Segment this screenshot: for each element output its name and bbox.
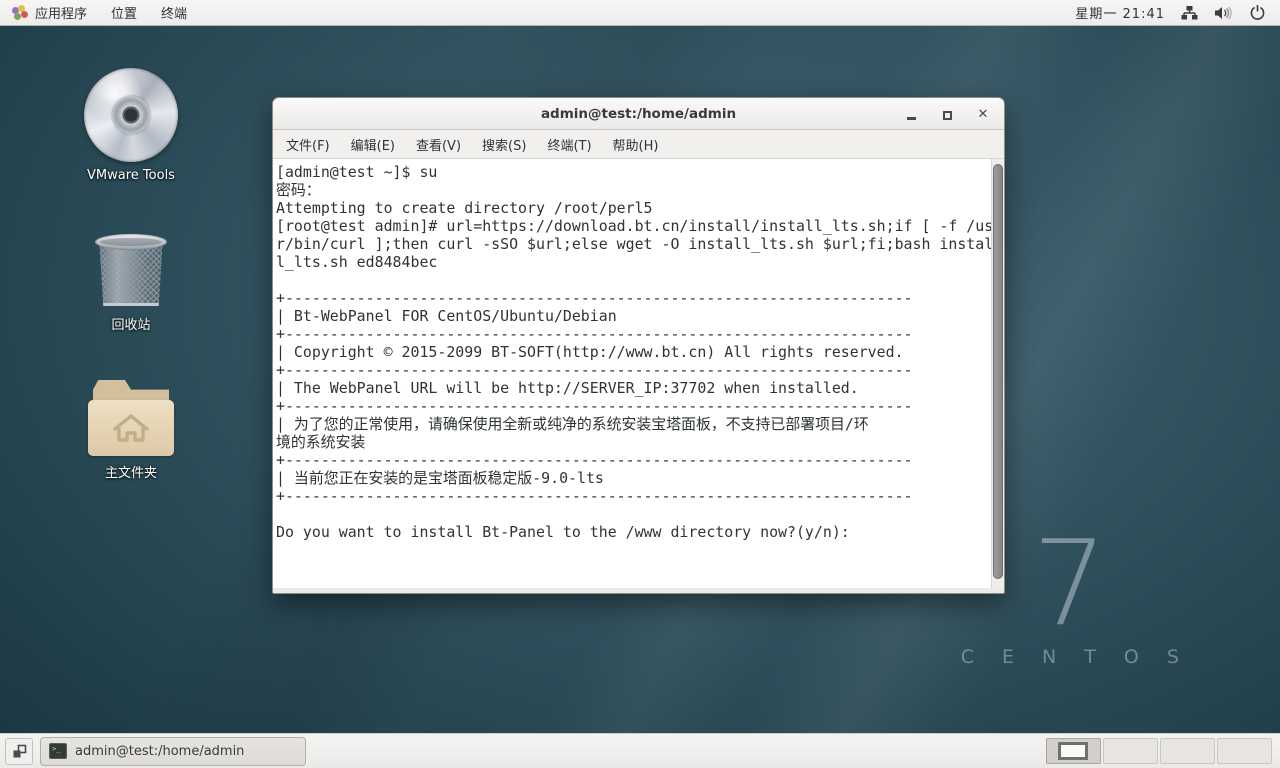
workspace-3[interactable]	[1160, 738, 1215, 764]
scrollbar-thumb[interactable]	[993, 164, 1003, 579]
terminal-line: +---------------------------------------…	[276, 361, 990, 379]
house-glyph	[107, 411, 155, 445]
workspace-4[interactable]	[1217, 738, 1272, 764]
applications-menu[interactable]: 应用程序	[12, 3, 87, 22]
terminal-menu-item[interactable]: 文件(F)	[286, 135, 330, 154]
minimize-button[interactable]	[904, 107, 918, 121]
terminal-line: | Bt-WebPanel FOR CentOS/Ubuntu/Debian	[276, 307, 990, 325]
trash-icon	[95, 234, 167, 308]
network-icon[interactable]	[1181, 5, 1198, 21]
terminal-app-icon: >_	[49, 743, 67, 759]
close-icon: ✕	[978, 108, 989, 121]
desktop-icon-home[interactable]: 主文件夹	[69, 380, 193, 481]
terminal-line: +---------------------------------------…	[276, 487, 990, 505]
terminal-line: | 当前您正在安装的是宝塔面板稳定版-9.0-lts	[276, 469, 990, 487]
cd-disc-icon	[84, 68, 178, 162]
terminal-text: [admin@test ~]$ su密码：Attempting to creat…	[273, 159, 1004, 541]
close-button[interactable]: ✕	[976, 107, 990, 121]
system-tray: 星期一 21:41	[1075, 3, 1280, 22]
terminal-titlebar[interactable]: admin@test:/home/admin ✕	[273, 98, 1004, 130]
window-controls: ✕	[904, 107, 1004, 121]
applications-icon	[12, 5, 28, 21]
terminal-menu-item[interactable]: 帮助(H)	[613, 135, 659, 154]
terminal-line	[276, 505, 990, 523]
terminal-menu-item[interactable]: 查看(V)	[416, 135, 461, 154]
terminal-line: Do you want to install Bt-Panel to the /…	[276, 523, 990, 541]
terminal-line: +---------------------------------------…	[276, 397, 990, 415]
terminal-line: | The WebPanel URL will be http://SERVER…	[276, 379, 990, 397]
desktop-icon-vmware-tools[interactable]: VMware Tools	[69, 68, 193, 183]
terminal-window: admin@test:/home/admin ✕ 文件(F) 编辑(E) 查看(V)…	[272, 97, 1005, 594]
taskbar: >_ admin@test:/home/admin	[0, 733, 1280, 768]
terminal-menu-item[interactable]: 搜索(S)	[482, 135, 526, 154]
maximize-icon	[943, 111, 952, 120]
home-folder-icon	[86, 380, 176, 456]
terminal-scrollbar[interactable]	[991, 159, 1004, 588]
show-desktop-button[interactable]	[5, 738, 33, 765]
terminal-line: 境的系统安装	[276, 433, 990, 451]
top-menu-bar: 应用程序 位置 终端	[0, 3, 187, 22]
places-menu[interactable]: 位置	[111, 3, 137, 22]
minimize-icon	[907, 117, 916, 120]
terminal-line: l_lts.sh ed8484bec	[276, 253, 990, 271]
terminal-line: [root@test admin]# url=https://download.…	[276, 217, 990, 235]
desktop-icon-label: 主文件夹	[105, 462, 157, 481]
terminal-app-menu[interactable]: 终端	[161, 3, 187, 22]
window-bottom-edge	[273, 588, 1004, 593]
terminal-menu-item[interactable]: 终端(T)	[547, 135, 591, 154]
workspace-switcher	[1046, 738, 1272, 764]
terminal-line: r/bin/curl ];then curl -sSO $url;else wg…	[276, 235, 990, 253]
places-menu-label: 位置	[111, 3, 137, 22]
volume-icon[interactable]	[1214, 5, 1233, 21]
terminal-line: +---------------------------------------…	[276, 289, 990, 307]
terminal-line: | Copyright © 2015-2099 BT-SOFT(http://w…	[276, 343, 990, 361]
terminal-line: +---------------------------------------…	[276, 451, 990, 469]
maximize-button[interactable]	[940, 107, 954, 121]
terminal-line	[276, 271, 990, 289]
terminal-menu-item[interactable]: 编辑(E)	[351, 135, 395, 154]
power-icon[interactable]	[1249, 4, 1266, 21]
terminal-line: Attempting to create directory /root/per…	[276, 199, 990, 217]
terminal-line: | 为了您的正常使用，请确保使用全新或纯净的系统安装宝塔面板，不支持已部署项目/…	[276, 415, 990, 433]
centos-brand-text: C E N T O S	[950, 646, 1190, 668]
taskbar-window-button[interactable]: >_ admin@test:/home/admin	[40, 737, 306, 766]
applications-menu-label: 应用程序	[35, 3, 87, 22]
terminal-app-menu-label: 终端	[161, 3, 187, 22]
terminal-menubar: 文件(F) 编辑(E) 查看(V) 搜索(S) 终端(T) 帮助(H)	[273, 130, 1004, 159]
clock[interactable]: 星期一 21:41	[1075, 3, 1165, 22]
desktop-icon-label: 回收站	[111, 314, 150, 333]
terminal-line: +---------------------------------------…	[276, 325, 990, 343]
top-panel: 应用程序 位置 终端 星期一 21:41	[0, 0, 1280, 26]
workspace-1[interactable]	[1046, 738, 1101, 764]
show-desktop-icon	[12, 744, 27, 759]
terminal-line: [admin@test ~]$ su	[276, 163, 990, 181]
workspace-window-preview	[1058, 742, 1088, 760]
workspace-2[interactable]	[1103, 738, 1158, 764]
terminal-line: 密码：	[276, 181, 990, 199]
desktop-icon-trash[interactable]: 回收站	[69, 228, 193, 333]
desktop-icon-label: VMware Tools	[87, 168, 175, 183]
terminal-content[interactable]: [admin@test ~]$ su密码：Attempting to creat…	[273, 159, 1004, 588]
window-title: admin@test:/home/admin	[273, 106, 1004, 122]
taskbar-window-label: admin@test:/home/admin	[75, 744, 244, 759]
